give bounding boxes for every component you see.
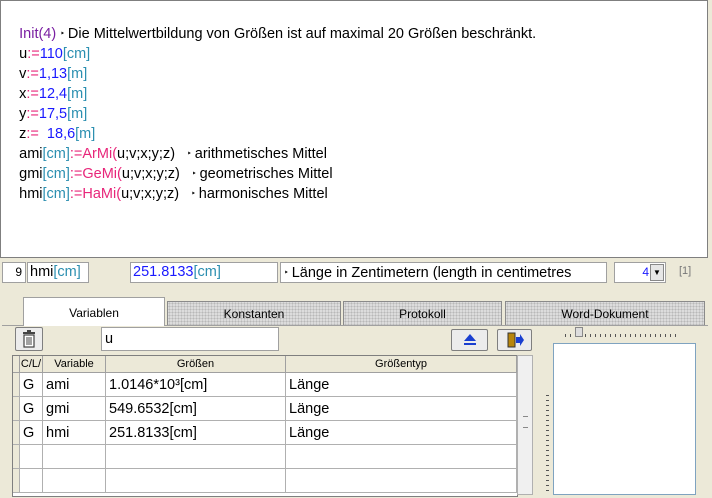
row-selector-header [13, 356, 20, 373]
status-name-text: hmi [30, 264, 54, 280]
exit-icon [507, 332, 524, 348]
index-label: [1] [679, 265, 692, 277]
column-header[interactable]: Größentyp [286, 356, 517, 373]
column-header[interactable]: Größen [106, 356, 286, 373]
status-value-text: 251.8133 [133, 264, 194, 280]
trash-icon [23, 330, 35, 348]
quantity-type-cell [286, 445, 517, 469]
line-number: 9 [2, 262, 26, 283]
exit-button[interactable] [497, 329, 532, 351]
tab-konstanten[interactable]: Konstanten [167, 301, 341, 325]
ruler-slider[interactable] [575, 327, 583, 337]
tab-word-dokument[interactable]: Word-Dokument [505, 301, 705, 325]
editor-line[interactable]: hmi[cm]:=HaMi(u;v;x;y;z) ‣ harmonisches Mi… [3, 164, 328, 202]
value-cell: 549.6532[cm] [106, 397, 286, 421]
variable-cell: ami [43, 373, 106, 397]
value-cell [106, 445, 286, 469]
editor-line[interactable]: z:= 18,6[m] [3, 104, 95, 142]
quantity-type-cell: Länge [286, 373, 517, 397]
type-cell: G [20, 397, 43, 421]
row-selector[interactable] [13, 373, 20, 397]
row-selector[interactable] [13, 445, 20, 469]
variable-cell: hmi [43, 421, 106, 445]
vertical-ruler [538, 395, 550, 495]
tab-variablen[interactable]: Variablen [23, 297, 165, 326]
quantity-type-cell: Länge [286, 421, 517, 445]
search-input[interactable] [101, 327, 279, 351]
editor-line[interactable]: gmi[cm]:=GeMi(u;v;x;y;z) ‣ geometrisches M… [3, 144, 332, 182]
status-bar: 9 hmi[cm] 251.8133[cm] ‣ Länge in Zentime… [0, 259, 712, 286]
value-cell: 251.8133[cm] [106, 421, 286, 445]
delete-button[interactable] [15, 327, 43, 351]
editor-line[interactable]: x:=12,4[m] [3, 64, 87, 102]
row-selector[interactable] [13, 421, 20, 445]
status-comment-text: Länge in Zentimetern (length in centimet… [291, 265, 572, 281]
row-selector[interactable] [13, 469, 20, 493]
tab-protokoll[interactable]: Protokoll [343, 301, 502, 325]
editor-line[interactable]: y:=17,5[m] [3, 84, 87, 122]
column-header[interactable]: C/L/ [20, 356, 43, 373]
column-header[interactable]: Variable [43, 356, 106, 373]
variable-cell [43, 469, 106, 493]
variable-cell [43, 445, 106, 469]
chevron-down-icon[interactable]: ▼ [650, 264, 664, 281]
type-cell [20, 469, 43, 493]
editor-line[interactable]: u:=110[cm] [3, 24, 90, 62]
status-unit-text: [cm] [53, 264, 81, 280]
quantity-type-cell: Länge [286, 397, 517, 421]
quantity-type-cell [286, 469, 517, 493]
assign-operator: := [69, 186, 83, 202]
eject-icon [463, 334, 476, 345]
comment-marker-icon: ‣ [191, 189, 196, 198]
variable-cell: gmi [43, 397, 106, 421]
document-preview [553, 343, 696, 495]
function-name: HaMi( [82, 186, 122, 202]
comment-marker-icon: ‣ [284, 268, 289, 277]
type-cell: G [20, 373, 43, 397]
status-comment-field[interactable]: ‣ Länge in Zentimetern (length in centime… [280, 262, 607, 283]
scroll-grip-icon[interactable] [523, 416, 528, 428]
precision-value: 4 [642, 265, 649, 279]
status-value-unit: [cm] [193, 264, 221, 280]
comment-text: Die Mittelwertbildung von Größen ist auf… [67, 26, 537, 42]
type-cell: G [20, 421, 43, 445]
editor-line[interactable]: v:=1,13[m] [3, 44, 87, 82]
unit-text: [cm] [42, 186, 70, 202]
value-cell [106, 469, 286, 493]
variables-table[interactable]: C/L/ Variable Größen Größentyp Gami 1.014… [12, 355, 518, 497]
editor-line[interactable]: ami[cm]:=ArMi(u;v;x;y;z) ‣ arithmetisches … [3, 124, 327, 162]
eject-button[interactable] [451, 329, 488, 351]
status-variable-name[interactable]: hmi[cm] [27, 262, 89, 283]
value-cell: 1.0146*10³[cm] [106, 373, 286, 397]
formula-editor[interactable]: Init(4) ‣ Die Mittelwertbildung von Größen… [0, 0, 708, 258]
table-scrollbar[interactable] [517, 355, 533, 495]
var-name: hmi [19, 186, 43, 202]
status-value-field[interactable]: 251.8133[cm] [130, 262, 278, 283]
function-args: u;v;x;y;z) [121, 186, 180, 202]
editor-line[interactable]: Init(4) ‣ Die Mittelwertbildung von Größen… [3, 4, 536, 42]
row-selector[interactable] [13, 397, 20, 421]
type-cell [20, 445, 43, 469]
comment-text: harmonisches Mittel [198, 186, 328, 202]
